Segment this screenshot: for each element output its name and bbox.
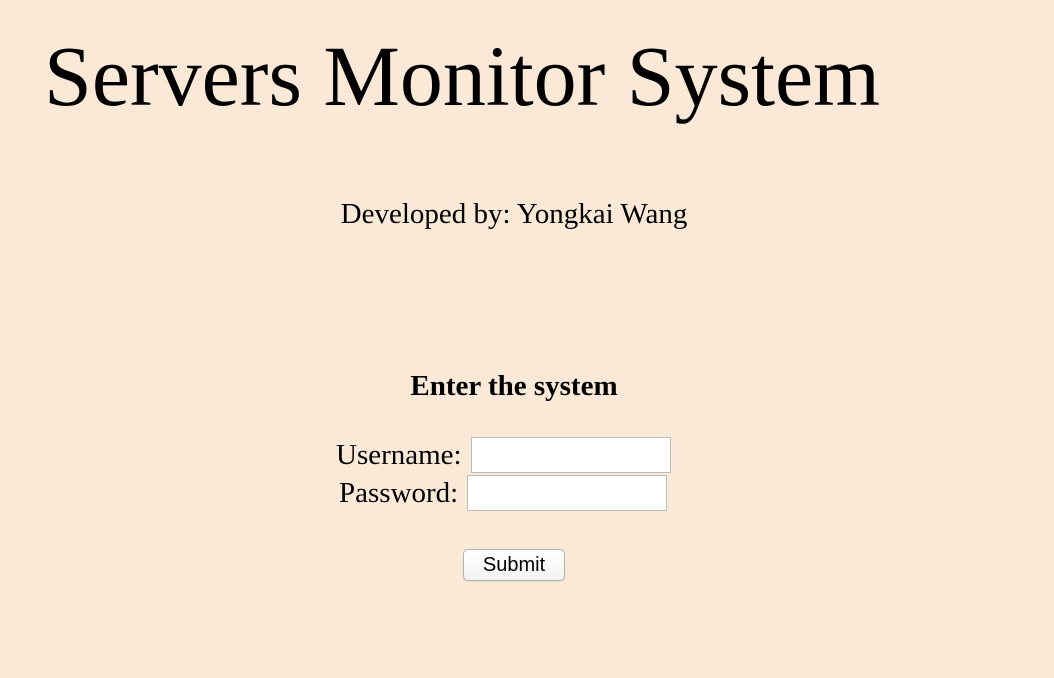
username-label: Username: xyxy=(336,439,462,471)
password-label: Password: xyxy=(339,477,459,509)
password-row: Password: xyxy=(339,474,668,512)
submit-button[interactable]: Submit xyxy=(463,549,565,581)
page-title: Servers Monitor System xyxy=(44,28,881,124)
login-form-heading: Enter the system xyxy=(410,370,618,402)
username-input[interactable] xyxy=(470,437,671,473)
username-row: Username: xyxy=(336,436,671,474)
login-page: Servers Monitor System Developed by: Yon… xyxy=(0,0,1054,678)
developer-credit: Developed by: Yongkai Wang xyxy=(340,198,688,230)
password-input[interactable] xyxy=(467,475,668,511)
